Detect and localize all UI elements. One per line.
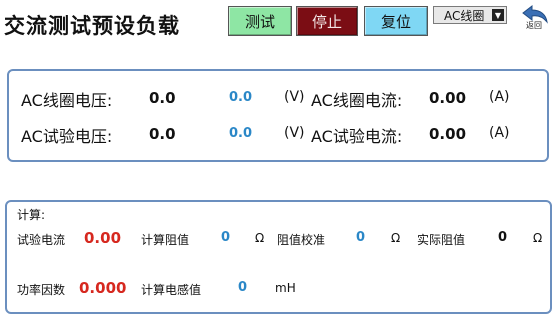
calc-test-current-label: 试验电流 — [17, 233, 66, 247]
page-title: 交流测试预设负载 — [4, 14, 180, 38]
test-current-label: AC试验电流: — [311, 127, 403, 146]
back-button[interactable]: 返回 — [518, 2, 552, 32]
mode-select[interactable]: AC线圈 ▼ — [433, 6, 507, 24]
calc-resistance-unit: Ω — [255, 231, 265, 245]
coil-current-value: 0.00 — [429, 89, 467, 107]
test-current-unit: (A) — [489, 125, 510, 141]
actual-resistance-label: 实际阻值 — [417, 233, 466, 247]
coil-voltage-label: AC线圈电压: — [21, 91, 113, 110]
test-voltage-unit: (V) — [284, 125, 305, 141]
test-voltage-label: AC试验电压: — [21, 127, 113, 146]
resistance-calib-unit: Ω — [391, 231, 401, 245]
chevron-down-icon: ▼ — [492, 9, 504, 21]
coil-voltage-set: 0.0 — [229, 90, 253, 105]
back-label: 返回 — [526, 21, 542, 30]
calc-resistance-label: 计算阻值 — [141, 233, 190, 247]
calc-test-current-value: 0.00 — [84, 229, 122, 247]
coil-current-unit: (A) — [489, 89, 510, 105]
calc-inductance-unit: mH — [275, 281, 296, 295]
measurement-panel: AC线圈电压: 0.0 0.0 (V) AC线圈电流: 0.00 (A) AC试… — [7, 69, 549, 162]
coil-voltage-value: 0.0 — [149, 89, 176, 107]
calc-inductance-label: 计算电感值 — [141, 283, 202, 297]
power-factor-value: 0.000 — [79, 279, 127, 297]
actual-resistance-value: 0 — [498, 230, 508, 245]
reset-button[interactable]: 复位 — [364, 6, 428, 36]
coil-current-label: AC线圈电流: — [311, 91, 403, 110]
calc-resistance-value: 0 — [221, 230, 231, 245]
test-voltage-value: 0.0 — [149, 125, 176, 143]
actual-resistance-unit: Ω — [533, 231, 543, 245]
test-current-value: 0.00 — [429, 125, 467, 143]
power-factor-label: 功率因数 — [17, 283, 66, 297]
stop-button[interactable]: 停止 — [296, 6, 358, 36]
calc-inductance-value: 0 — [238, 280, 248, 295]
resistance-calib-value[interactable]: 0 — [356, 230, 365, 245]
coil-voltage-unit: (V) — [284, 89, 305, 105]
calc-heading: 计算: — [17, 208, 46, 222]
test-button[interactable]: 测试 — [228, 6, 292, 36]
resistance-calib-label: 阻值校准 — [277, 233, 326, 247]
mode-select-value: AC线圈 — [444, 8, 485, 23]
test-voltage-set: 0.0 — [229, 126, 253, 141]
calculation-panel: 计算: 试验电流 0.00 计算阻值 0 Ω 阻值校准 0 Ω 实际阻值 0 Ω… — [5, 200, 552, 314]
